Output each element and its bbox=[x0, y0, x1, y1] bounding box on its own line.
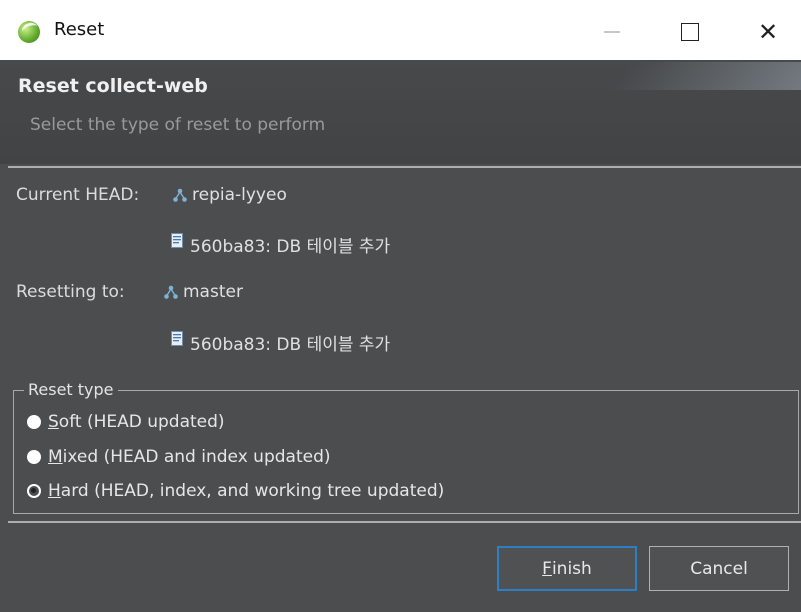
finish-mnemonic: F bbox=[542, 558, 552, 579]
soft-radio[interactable] bbox=[27, 415, 41, 429]
minimize-icon bbox=[604, 31, 620, 33]
dialog-header: Reset collect-web Select the type of res… bbox=[0, 60, 801, 164]
close-button[interactable]: ✕ bbox=[740, 12, 796, 52]
header-divider bbox=[8, 166, 801, 168]
branch-icon bbox=[173, 188, 187, 202]
mixed-mnemonic: M bbox=[48, 447, 63, 467]
title-bar: Reset ✕ bbox=[0, 0, 801, 60]
dialog-title: Reset collect-web bbox=[18, 75, 208, 97]
maximize-button[interactable] bbox=[662, 12, 718, 52]
reset-type-legend: Reset type bbox=[24, 380, 118, 399]
mixed-reset-option[interactable]: Mixed (HEAD and index updated) bbox=[27, 447, 331, 467]
resetting-to-branch: master bbox=[183, 282, 243, 302]
close-icon: ✕ bbox=[757, 18, 779, 46]
hard-reset-option[interactable]: Hard (HEAD, index, and working tree upda… bbox=[27, 481, 444, 501]
resetting-to-label: Resetting to: bbox=[16, 282, 125, 302]
current-head-branch: repia-lyyeo bbox=[192, 185, 287, 205]
window-title: Reset bbox=[54, 19, 105, 40]
cancel-button[interactable]: Cancel bbox=[649, 546, 789, 591]
mixed-label: ixed (HEAD and index updated) bbox=[62, 447, 331, 467]
branch-icon bbox=[164, 285, 178, 299]
maximize-icon bbox=[681, 23, 699, 41]
soft-reset-option[interactable]: Soft (HEAD updated) bbox=[27, 412, 225, 432]
commit-icon bbox=[171, 233, 183, 248]
current-head-label: Current HEAD: bbox=[16, 185, 140, 205]
eclipse-icon bbox=[18, 21, 40, 43]
finish-button[interactable]: Finish bbox=[497, 546, 637, 591]
soft-label: oft (HEAD updated) bbox=[58, 412, 225, 432]
hard-label: ard (HEAD, index, and working tree updat… bbox=[60, 481, 445, 501]
resetting-to-commit: 560ba83: DB 테이블 추가 bbox=[190, 335, 391, 355]
minimize-button[interactable] bbox=[584, 12, 640, 52]
footer-divider bbox=[8, 521, 801, 523]
dialog-subtitle: Select the type of reset to perform bbox=[30, 115, 326, 135]
hard-mnemonic: H bbox=[48, 481, 61, 501]
mixed-radio[interactable] bbox=[27, 450, 41, 464]
commit-icon bbox=[171, 331, 183, 346]
current-head-commit: 560ba83: DB 테이블 추가 bbox=[190, 237, 391, 257]
hard-radio[interactable] bbox=[27, 484, 41, 498]
soft-mnemonic: S bbox=[48, 412, 59, 432]
finish-label: inish bbox=[551, 558, 592, 579]
header-banner-graphic bbox=[609, 62, 801, 90]
